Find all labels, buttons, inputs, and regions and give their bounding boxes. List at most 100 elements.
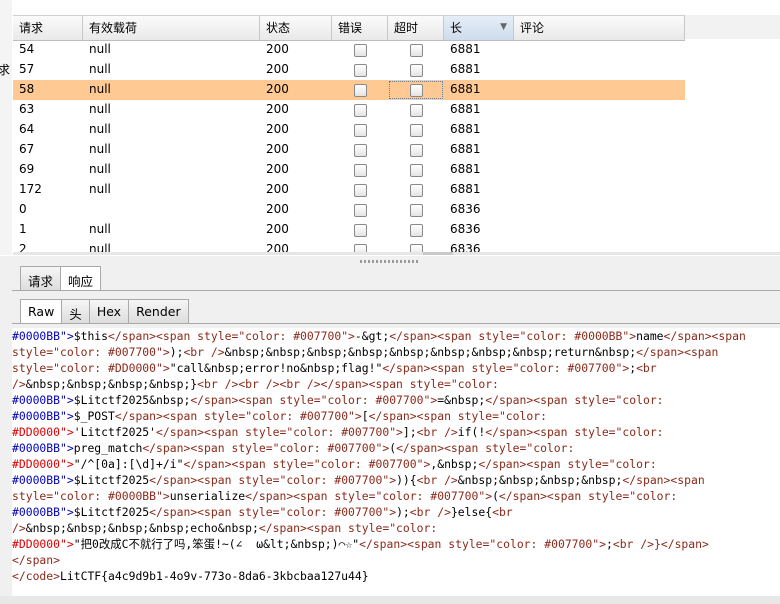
code-token: $_POST — [73, 409, 115, 423]
payload-cell: null — [89, 102, 111, 116]
timeout-checkbox[interactable] — [409, 223, 423, 237]
payload-cell: null — [89, 222, 111, 236]
column-header-payload[interactable]: 有效载荷 — [83, 16, 260, 40]
status-cell: 200 — [266, 62, 289, 76]
table-row[interactable]: 54 null 200 6881 — [13, 40, 685, 60]
error-checkbox[interactable] — [353, 143, 367, 157]
timeout-checkbox[interactable] — [409, 83, 423, 97]
timeout-checkbox[interactable] — [409, 143, 423, 157]
timeout-cell — [388, 160, 444, 180]
timeout-checkbox[interactable] — [409, 103, 423, 117]
error-checkbox[interactable] — [353, 183, 367, 197]
code-token: "call&nbsp;error!no&nbsp;flag!" — [169, 361, 383, 375]
code-token: #0000BB"> — [12, 329, 74, 343]
code-line: </code>LitCTF{a4c9d9b1-4o9v-773o-8da6-3k… — [12, 568, 780, 584]
error-checkbox[interactable] — [353, 123, 367, 137]
error-checkbox[interactable] — [353, 103, 367, 117]
error-checkbox[interactable] — [353, 63, 367, 77]
code-token: </span><span style="color: — [368, 409, 547, 423]
status-cell: 200 — [266, 122, 289, 136]
column-header-timeout[interactable]: 超时 — [388, 16, 444, 40]
table-body: 54 null 200 6881 57 null 200 6881 58 null 200 6881 6… — [13, 40, 685, 255]
error-cell — [332, 160, 388, 180]
timeout-checkbox[interactable] — [409, 123, 423, 137]
table-body-filler — [685, 40, 780, 255]
code-token: <br /> — [183, 345, 225, 359]
column-header-comment[interactable]: 评论 — [514, 16, 685, 40]
table-row[interactable]: 64 null 200 6881 — [13, 120, 685, 140]
code-token: </span><span style="color: #007700"> — [108, 329, 355, 343]
error-checkbox[interactable] — [353, 223, 367, 237]
tabs-divider — [12, 290, 780, 291]
timeout-checkbox[interactable] — [409, 43, 423, 57]
timeout-checkbox[interactable] — [409, 63, 423, 77]
request-cell: 64 — [19, 122, 35, 136]
timeout-checkbox[interactable] — [409, 183, 423, 197]
error-checkbox[interactable] — [353, 163, 367, 177]
timeout-cell — [388, 140, 444, 160]
timeout-checkbox[interactable] — [409, 163, 423, 177]
table-row[interactable]: 58 null 200 6881 — [13, 80, 685, 100]
code-line: #DD0000">"/^[0a]:[\d]+/i"</span><span st… — [12, 456, 780, 472]
tab-message-1[interactable]: 响应 — [60, 266, 102, 291]
response-raw-content[interactable]: #0000BB">$this</span><span style="color:… — [12, 328, 780, 604]
length-cell: 6881 — [450, 122, 481, 136]
tab-message-0[interactable]: 请求 — [20, 266, 62, 291]
code-token: <br /> — [416, 473, 458, 487]
table-row[interactable]: 67 null 200 6881 — [13, 140, 685, 160]
status-cell: 200 — [266, 82, 289, 96]
comment-cell — [514, 180, 685, 200]
request-cell: 1 — [19, 222, 27, 236]
timeout-checkbox[interactable] — [409, 203, 423, 217]
code-token: </span><span style="color: #007700"> — [142, 441, 390, 455]
table-row[interactable]: 1 null 200 6836 — [13, 220, 685, 240]
table-row[interactable]: 0 200 6836 — [13, 200, 685, 220]
tab-view-1[interactable]: 头 — [61, 299, 90, 324]
code-token: <br /><br /><br /></span><span style="co… — [197, 377, 499, 391]
timeout-cell — [388, 60, 444, 80]
code-token: -&gt; — [354, 329, 390, 343]
error-checkbox[interactable] — [353, 203, 367, 217]
split-pane-handle[interactable] — [360, 260, 420, 263]
code-line: #0000BB">$this</span><span style="color:… — [12, 328, 780, 344]
error-checkbox[interactable] — [353, 43, 367, 57]
comment-cell — [514, 80, 685, 100]
code-token: preg_match — [73, 441, 143, 455]
code-token: #0000BB"> — [12, 441, 74, 455]
error-cell — [332, 100, 388, 120]
tab-view-2[interactable]: Hex — [88, 299, 130, 324]
code-token: #0000BB"> — [12, 393, 74, 407]
horizontal-scrollbar[interactable] — [13, 252, 780, 255]
payload-cell: null — [89, 62, 111, 76]
status-cell: 200 — [266, 202, 289, 216]
code-token: =&nbsp; — [437, 393, 486, 407]
table-row[interactable]: 63 null 200 6881 — [13, 100, 685, 120]
left-panel-fragment: 求 — [0, 63, 11, 77]
table-row[interactable]: 69 null 200 6881 — [13, 160, 685, 180]
scrollbar-thumb[interactable] — [423, 252, 453, 255]
code-token: if(! — [457, 425, 486, 439]
table-row[interactable]: 57 null 200 6881 — [13, 60, 685, 80]
error-checkbox[interactable] — [353, 83, 367, 97]
code-token: $Litctf2025 — [73, 473, 150, 487]
code-line: style="color: #DD0000">"call&nbsp;error!… — [12, 360, 780, 376]
error-cell — [332, 80, 388, 100]
column-header-request[interactable]: 请求 — [13, 16, 83, 40]
code-token: unserialize — [169, 489, 246, 503]
code-token: </span> — [12, 553, 61, 567]
request-cell: 67 — [19, 142, 35, 156]
column-header-error[interactable]: 错误 — [332, 16, 388, 40]
column-header-status[interactable]: 状态 — [260, 16, 332, 40]
code-token: style="color: #DD0000"> — [12, 361, 170, 375]
comment-cell — [514, 120, 685, 140]
tab-view-3[interactable]: Render — [128, 299, 189, 324]
column-header-length[interactable]: 长 ▼ — [444, 16, 514, 40]
code-token: #DD0000"> — [12, 537, 74, 551]
view-tabs: Raw 头 Hex Render — [20, 299, 189, 324]
code-token: &nbsp;&nbsp;&nbsp;&nbsp; — [457, 473, 623, 487]
code-token: [ — [361, 409, 369, 423]
error-cell — [332, 40, 388, 60]
table-row[interactable]: 172 null 200 6881 — [13, 180, 685, 200]
code-token: $Litctf2025&nbsp; — [73, 393, 191, 407]
tab-view-0[interactable]: Raw — [20, 299, 63, 324]
